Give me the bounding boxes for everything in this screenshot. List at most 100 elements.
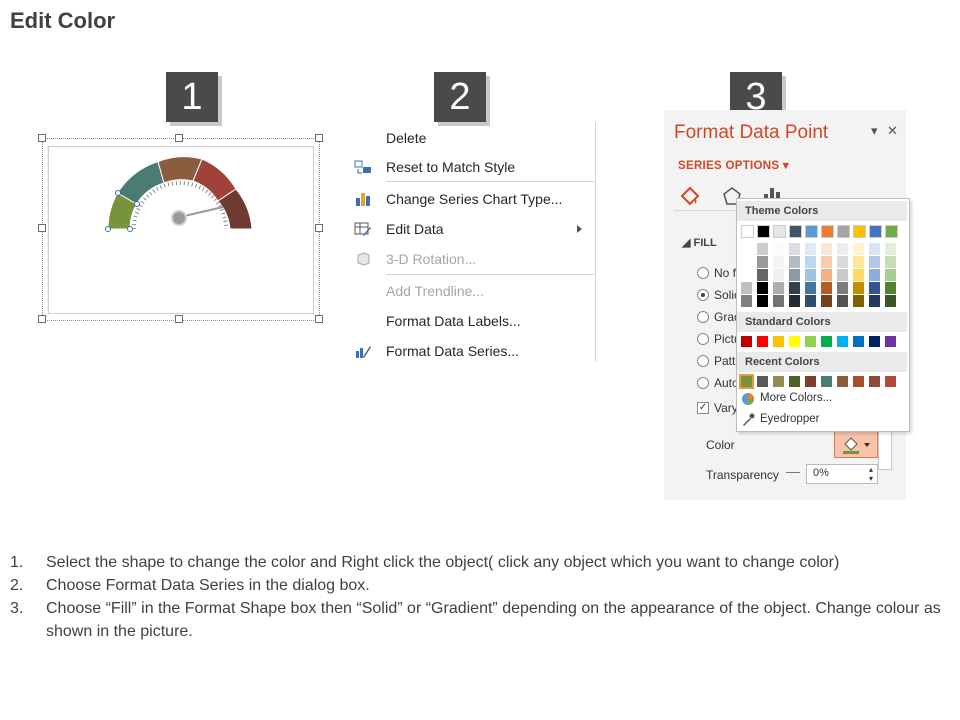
color-swatch[interactable]	[773, 225, 786, 238]
color-swatch[interactable]	[741, 243, 752, 255]
color-swatch[interactable]	[789, 243, 800, 255]
menu-item-reset-style[interactable]: Reset to Match Style	[348, 153, 594, 181]
color-swatch[interactable]	[773, 376, 784, 387]
color-label: Color	[706, 438, 735, 452]
color-swatch[interactable]	[869, 269, 880, 281]
color-swatch[interactable]	[773, 282, 784, 294]
color-swatch[interactable]	[757, 256, 768, 268]
transparency-input[interactable]: 0% ▴ ▾	[806, 464, 878, 484]
color-swatch[interactable]	[805, 256, 816, 268]
color-swatch[interactable]	[805, 295, 816, 307]
color-swatch[interactable]	[837, 376, 848, 387]
color-swatch[interactable]	[885, 295, 896, 307]
color-swatch[interactable]	[837, 269, 848, 281]
color-swatch[interactable]	[805, 225, 818, 238]
color-swatch[interactable]	[821, 256, 832, 268]
color-swatch[interactable]	[789, 295, 800, 307]
color-swatch[interactable]	[869, 336, 880, 347]
color-swatch[interactable]	[821, 243, 832, 255]
color-swatch[interactable]	[773, 256, 784, 268]
color-swatch[interactable]	[837, 282, 848, 294]
color-swatch[interactable]	[885, 256, 896, 268]
color-swatch[interactable]	[741, 295, 752, 307]
color-swatch[interactable]	[805, 282, 816, 294]
color-swatch[interactable]	[837, 336, 848, 347]
color-swatch[interactable]	[853, 256, 864, 268]
color-swatch[interactable]	[757, 295, 768, 307]
color-swatch[interactable]	[837, 295, 848, 307]
color-swatch[interactable]	[885, 376, 896, 387]
color-swatch[interactable]	[805, 376, 816, 387]
color-swatch[interactable]	[741, 225, 754, 238]
color-swatch[interactable]	[869, 243, 880, 255]
color-swatch[interactable]	[869, 376, 880, 387]
color-swatch[interactable]	[837, 256, 848, 268]
menu-item-3d-rotation[interactable]: 3-D Rotation...	[348, 245, 594, 273]
close-icon[interactable]: ✕	[887, 123, 898, 139]
color-swatch[interactable]	[853, 376, 864, 387]
color-swatch[interactable]	[789, 269, 800, 281]
fill-section-header[interactable]: ◢ FILL	[682, 236, 717, 249]
transparency-slider[interactable]	[786, 472, 800, 473]
color-swatch[interactable]	[757, 282, 768, 294]
color-swatch[interactable]	[757, 225, 770, 238]
color-swatch[interactable]	[739, 374, 754, 389]
menu-item-change-chart-type[interactable]: Change Series Chart Type...	[348, 185, 594, 213]
color-swatch[interactable]	[773, 269, 784, 281]
color-swatch[interactable]	[757, 243, 768, 255]
color-swatch[interactable]	[757, 336, 768, 347]
color-swatch[interactable]	[885, 243, 896, 255]
color-swatch[interactable]	[869, 282, 880, 294]
color-swatch[interactable]	[853, 336, 864, 347]
color-swatch[interactable]	[837, 243, 848, 255]
color-swatch[interactable]	[821, 376, 832, 387]
color-swatch[interactable]	[789, 225, 802, 238]
color-swatch[interactable]	[805, 243, 816, 255]
menu-item-delete[interactable]: Delete	[348, 124, 594, 152]
color-swatch[interactable]	[853, 269, 864, 281]
color-swatch[interactable]	[757, 376, 768, 387]
color-swatch[interactable]	[853, 282, 864, 294]
menu-item-add-trendline[interactable]: Add Trendline...	[348, 277, 594, 305]
color-swatch[interactable]	[773, 243, 784, 255]
color-swatch[interactable]	[773, 336, 784, 347]
pane-menu-icon[interactable]: ▾	[871, 123, 878, 139]
color-swatch[interactable]	[805, 336, 816, 347]
gauge-chart-area[interactable]	[38, 133, 323, 323]
color-swatch[interactable]	[789, 336, 800, 347]
color-swatch[interactable]	[741, 256, 752, 268]
color-swatch[interactable]	[885, 336, 896, 347]
color-swatch[interactable]	[821, 336, 832, 347]
menu-item-format-data-labels[interactable]: Format Data Labels...	[348, 307, 594, 335]
gauge-graphic[interactable]	[38, 133, 322, 323]
series-options-dropdown[interactable]: SERIES OPTIONS ▾	[678, 158, 789, 172]
color-swatch[interactable]	[741, 269, 752, 281]
color-swatch[interactable]	[789, 282, 800, 294]
color-swatch[interactable]	[837, 225, 850, 238]
color-swatch[interactable]	[821, 269, 832, 281]
color-swatch[interactable]	[741, 282, 752, 294]
menu-item-edit-data[interactable]: Edit Data	[348, 215, 594, 243]
color-swatch[interactable]	[773, 295, 784, 307]
color-swatch[interactable]	[789, 376, 800, 387]
scrollbar[interactable]	[878, 428, 892, 470]
color-swatch[interactable]	[885, 225, 898, 238]
color-swatch[interactable]	[821, 225, 834, 238]
menu-item-format-data-series[interactable]: Format Data Series...	[348, 337, 594, 365]
color-swatch[interactable]	[869, 225, 882, 238]
color-swatch[interactable]	[805, 269, 816, 281]
color-swatch[interactable]	[885, 269, 896, 281]
color-swatch[interactable]	[757, 269, 768, 281]
color-swatch[interactable]	[853, 225, 866, 238]
color-picker-button[interactable]	[834, 431, 878, 458]
color-swatch[interactable]	[869, 256, 880, 268]
color-swatch[interactable]	[741, 336, 752, 347]
color-swatch[interactable]	[869, 295, 880, 307]
color-swatch[interactable]	[821, 282, 832, 294]
color-swatch[interactable]	[821, 295, 832, 307]
color-swatch[interactable]	[789, 256, 800, 268]
color-swatch[interactable]	[853, 295, 864, 307]
color-swatch[interactable]	[853, 243, 864, 255]
fill-line-tab-icon[interactable]	[678, 184, 702, 208]
color-swatch[interactable]	[885, 282, 896, 294]
